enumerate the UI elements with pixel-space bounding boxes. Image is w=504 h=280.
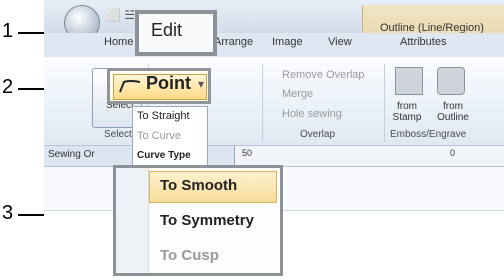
group-divider (262, 64, 263, 142)
callout-number-1: 1 (2, 20, 14, 42)
group-label-emboss: Emboss/Engrave (390, 129, 467, 140)
point-icon (119, 80, 141, 93)
group-label-select: Select (104, 129, 132, 140)
tab-attributes[interactable]: Attributes (400, 36, 446, 48)
menu-item-to-cusp[interactable]: To Cusp (160, 247, 219, 264)
remove-overlap-button[interactable]: Remove Overlap (282, 69, 365, 81)
chevron-down-icon: ▾ (198, 77, 205, 91)
tab-edit-label: Edit (151, 20, 183, 40)
point-dropdown-menu: To Straight To Curve Curve Type (132, 106, 208, 166)
hole-sewing-button[interactable]: Hole sewing (282, 108, 342, 120)
callout-number-2: 2 (2, 76, 14, 98)
ruler-label: 50 (242, 148, 253, 158)
outline-icon (437, 67, 465, 95)
menu-section-curve-type: Curve Type (137, 150, 191, 161)
horizontal-ruler (234, 146, 504, 166)
tab-arrange[interactable]: Arrange (214, 36, 253, 48)
callout-number-3: 3 (2, 202, 14, 224)
from-outline-button[interactable]: from Outline (429, 101, 477, 123)
tab-image[interactable]: Image (272, 36, 303, 48)
menu-icon-strip (116, 168, 149, 273)
merge-button[interactable]: Merge (282, 88, 313, 100)
menu-item-to-symmetry[interactable]: To Symmetry (160, 212, 254, 229)
sewing-order-label: Sewing Or (48, 149, 95, 160)
tab-home[interactable]: Home (104, 36, 133, 48)
ruler-label: 0 (450, 148, 456, 158)
tab-view[interactable]: View (328, 36, 352, 48)
point-button-label: Point (146, 73, 191, 93)
group-label-overlap: Overlap (300, 129, 336, 140)
stamp-icon (395, 67, 423, 95)
menu-item-to-curve[interactable]: To Curve (137, 130, 181, 142)
from-stamp-button[interactable]: from Stamp (383, 101, 431, 123)
menu-item-to-smooth[interactable]: To Smooth (160, 177, 237, 194)
menu-item-to-straight[interactable]: To Straight (137, 110, 190, 122)
